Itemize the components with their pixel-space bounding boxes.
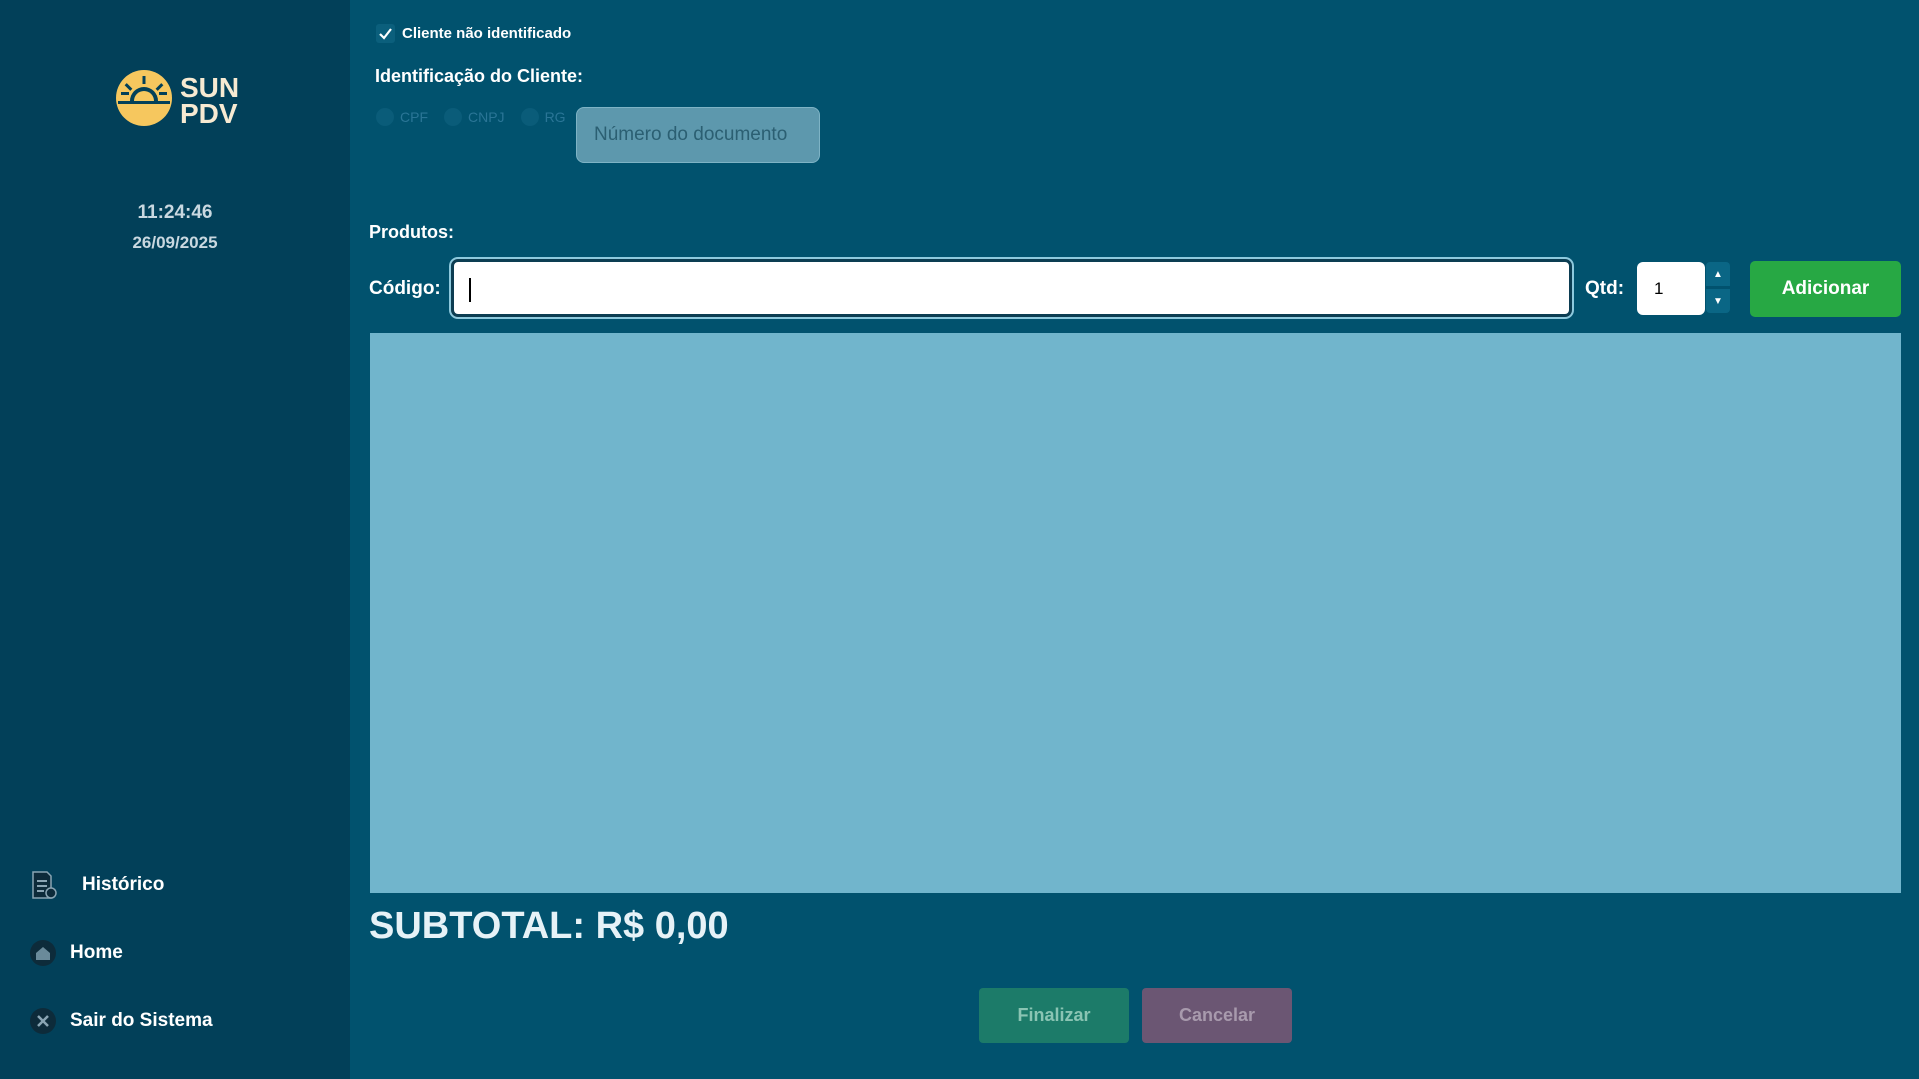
radio-dot[interactable] [376,108,394,126]
code-label: Código: [369,278,441,299]
product-list[interactable] [370,333,1901,893]
cancel-button[interactable]: Cancelar [1142,988,1292,1043]
radio-rg[interactable]: RG [520,108,566,126]
radio-cpf[interactable]: CPF [376,108,428,126]
clock-time: 11:24:46 [137,202,213,223]
unidentified-client-label: Cliente não identificado [402,25,572,42]
app-logo: SUN PDV [114,68,239,133]
text-caret [469,278,471,302]
finalize-button[interactable]: Finalizar [979,988,1129,1043]
nav-historico[interactable]: Histórico [28,870,164,900]
radio-rg-label: RG [544,109,566,125]
logo-line-1: SUN [180,71,240,103]
radio-cpf-label: CPF [400,109,428,125]
close-icon [28,1006,58,1036]
doc-type-radio-group: CPF CNPJ RG [376,108,566,126]
nav-sair[interactable]: Sair do Sistema [28,1006,213,1036]
nav-sair-label: Sair do Sistema [70,1010,213,1031]
unidentified-client-checkbox[interactable]: Cliente não identificado [376,24,571,43]
nav-historico-label: Histórico [82,874,165,895]
radio-dot[interactable] [444,108,462,126]
home-icon [28,938,58,968]
sun-icon [114,68,174,133]
quantity-input[interactable]: 1 [1637,262,1705,315]
quantity-increment-button[interactable]: ▲ [1706,262,1730,286]
products-title: Produtos: [369,222,454,242]
subtotal-display: SUBTOTAL: R$ 0,00 [369,905,729,947]
product-code-input[interactable] [451,259,1572,317]
add-product-button[interactable]: Adicionar [1750,261,1901,317]
radio-dot[interactable] [520,108,539,126]
receipt-icon [28,870,58,900]
clock-date: 26/09/2025 [132,233,218,252]
radio-cnpj[interactable]: CNPJ [444,108,505,126]
quantity-label: Qtd: [1585,278,1625,299]
checkmark-icon[interactable] [376,24,395,43]
logo-line-2: PDV [180,97,238,129]
document-number-input[interactable]: Número do documento [576,107,820,163]
main-panel: Cliente não identificado Identificação d… [350,0,1919,1079]
nav-home-label: Home [70,942,123,963]
sidebar: SUN PDV 11:24:46 26/09/2025 Histórico Ho… [0,0,350,1079]
quantity-decrement-button[interactable]: ▼ [1706,289,1730,313]
client-identification-title: Identificação do Cliente: [375,66,584,86]
nav-home[interactable]: Home [28,938,123,968]
radio-cnpj-label: CNPJ [468,109,505,125]
